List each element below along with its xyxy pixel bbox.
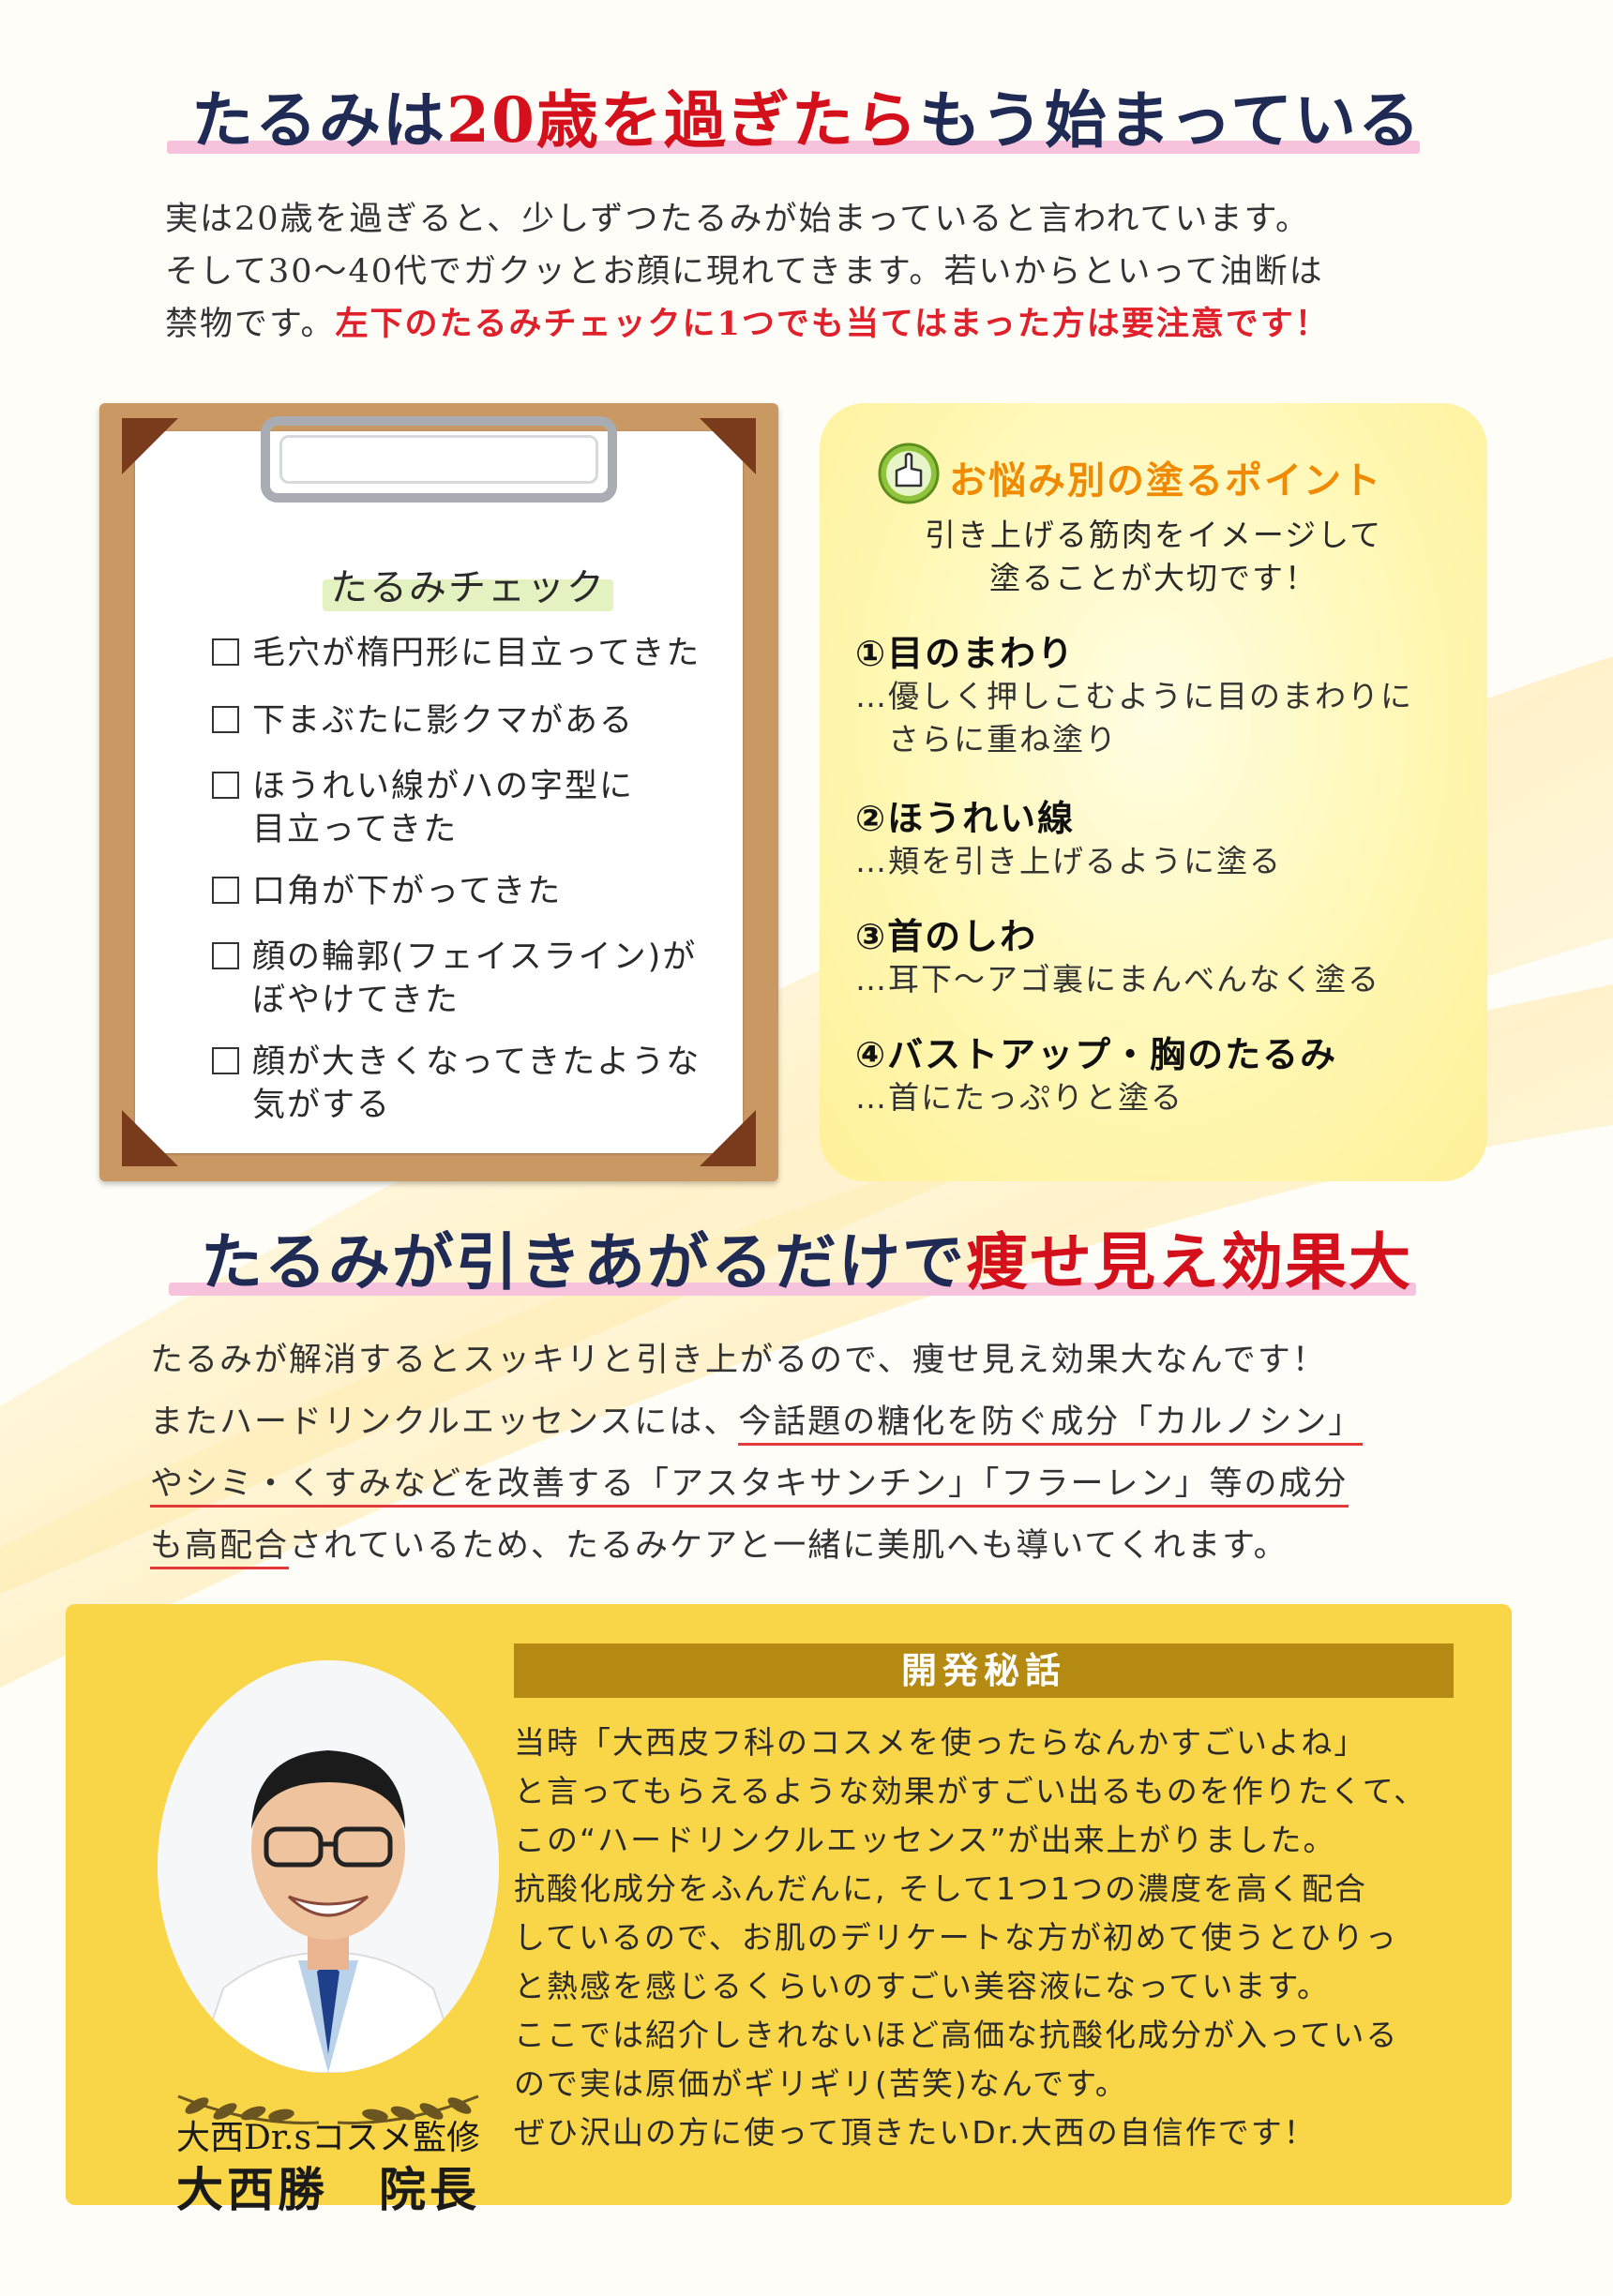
pointing-hand-icon xyxy=(878,443,940,504)
checklist-clipboard: たるみチェック 毛穴が楕円形に目立ってきた 下まぶたに影クマがある ほうれい線が… xyxy=(99,403,778,1181)
checkbox-icon xyxy=(212,706,239,733)
warning-text: 左下のたるみチェックに1つでも当てはまった方は要注意です！ xyxy=(335,305,1330,343)
headline-2-a: たるみが引きあがるだけで xyxy=(201,1225,966,1298)
point-description: …頬を引き上げるように塗る xyxy=(855,843,1282,879)
corner-icon xyxy=(122,418,178,474)
story-line: と熱感を感じるくらいのすごい美容液になっています。 xyxy=(514,1968,1331,2004)
ingredient-highlight: 今話題の糖化を防ぐ成分「カルノシン」 xyxy=(738,1403,1364,1446)
checklist-item: 口角が下がってきた xyxy=(212,870,562,913)
story-text: 当時「大西皮フ科のコスメを使ったらなんかすごいよね」 と言ってもらえるような効果… xyxy=(514,1718,1426,2157)
checklist-item: 顔が大きくなってきたような 気がする xyxy=(212,1041,701,1127)
headline-1-a: たるみは xyxy=(191,83,447,157)
intro-line: そして30～40代でガクッとお顔に現れてきます。若いからといって油断は xyxy=(165,253,1324,291)
point-heading: ②ほうれい線 xyxy=(855,798,1076,839)
point-heading: ①目のまわり xyxy=(855,633,1076,674)
point-description: …優しく押しこむように目のまわりに さらに重ね塗り xyxy=(855,678,1413,758)
headline-1-red: 20歳を過ぎたら xyxy=(446,83,919,157)
checkbox-icon xyxy=(212,1047,239,1074)
intro-line-3a: 禁物です。 xyxy=(165,306,336,343)
story-line: しているので、お肌のデリケートな方が初めて使うとひりっ xyxy=(514,1919,1398,1956)
ingredient-highlight: も高配合 xyxy=(150,1527,290,1569)
story-line: 当時「大西皮フ科のコスメを使ったらなんかすごいよね」 xyxy=(514,1724,1367,1761)
section2-line2a: またハードリンクルエッセンスには、 xyxy=(150,1403,739,1441)
ingredient-highlight: やシミ・くすみなどを改善する「アスタキサンチン」「フラーレン」等の成分 xyxy=(150,1465,1349,1508)
checklist-item: ほうれい線がハの字型に 目立ってきた xyxy=(212,765,634,851)
doctor-portrait xyxy=(158,1660,499,2073)
point-description: …耳下～アゴ裏にまんべんなく塗る xyxy=(855,961,1380,998)
checkbox-icon xyxy=(212,638,239,666)
intro-paragraph: 実は20歳を過ぎると、少しずつたるみが始まっていると言われています。 そして30… xyxy=(165,193,1330,351)
point-description: …首にたっぷりと塗る xyxy=(855,1079,1183,1116)
checkbox-icon xyxy=(212,877,239,904)
intro-line: 実は20歳を過ぎると、少しずつたるみが始まっていると言われています。 xyxy=(165,201,1310,238)
checklist-item: 毛穴が楕円形に目立ってきた xyxy=(212,632,701,675)
story-heading: 開発秘話 xyxy=(514,1643,1454,1698)
corner-icon xyxy=(122,1110,178,1166)
clip-icon xyxy=(261,416,617,503)
checklist-item: 下まぶたに影クマがある xyxy=(212,699,634,743)
story-line: この“ハードリンクルエッセンス”が出来上がりました。 xyxy=(514,1822,1336,1858)
story-line: ぜひ沢山の方に使って頂きたいDr.大西の自信作です！ xyxy=(514,2114,1317,2151)
section2-paragraph: たるみが解消するとスッキリと引き上がるので、痩せ見え効果大なんです！ またハード… xyxy=(150,1329,1364,1577)
points-header: お悩み別の塗るポイント xyxy=(878,443,1440,508)
checklist-paper: たるみチェック 毛穴が楕円形に目立ってきた 下まぶたに影クマがある ほうれい線が… xyxy=(135,431,743,1153)
points-subtitle: 引き上げる筋肉をイメージして 塗ることが大切です！ xyxy=(924,517,1383,596)
development-story-box: 大西Dr.sコスメ監修 大西勝 院長 開発秘話 当時「大西皮フ科のコスメを使った… xyxy=(66,1604,1512,2217)
point-heading: ③首のしわ xyxy=(855,916,1038,957)
checkbox-icon xyxy=(212,772,239,799)
story-line: 抗酸化成分をふんだんに, そして1つ1つの濃度を高く配合 xyxy=(514,1870,1367,1907)
section2-line4b: されているため、たるみケアと一緒に美肌へも導いてくれます。 xyxy=(289,1527,1289,1565)
corner-icon xyxy=(700,1110,756,1166)
corner-icon xyxy=(700,418,756,474)
section2-line: たるみが解消するとスッキリと引き上がるので、痩せ見え効果大なんです！ xyxy=(150,1342,1327,1379)
checkbox-icon xyxy=(212,942,239,969)
supervisor-name: 大西勝 院長 xyxy=(176,2162,480,2217)
story-line: と言ってもらえるような効果がすごい出るものを作りたくて、 xyxy=(514,1773,1427,1809)
headline-1-b: もう始まっている xyxy=(918,83,1422,157)
point-heading: ④バストアップ・胸のたるみ xyxy=(855,1034,1338,1075)
checklist-title: たるみチェック xyxy=(323,557,613,613)
points-panel: お悩み別の塗るポイント 引き上げる筋肉をイメージして 塗ることが大切です！ ①目… xyxy=(820,403,1487,1181)
headline-2: たるみが引きあがるだけで痩せ見え効果大 xyxy=(0,1223,1613,1307)
headline-1: たるみは20歳を過ぎたらもう始まっている xyxy=(0,83,1613,167)
checklist-item: 顔の輪郭(フェイスライン)が ぼやけてきた xyxy=(212,936,697,1022)
story-line: ので実は原価がギリギリ(苦笑)なんです。 xyxy=(514,2065,1128,2102)
headline-2-red: 痩せ見え効果大 xyxy=(966,1225,1412,1298)
story-line: ここでは紹介しきれないほど高価な抗酸化成分が入っている xyxy=(514,2017,1399,2053)
